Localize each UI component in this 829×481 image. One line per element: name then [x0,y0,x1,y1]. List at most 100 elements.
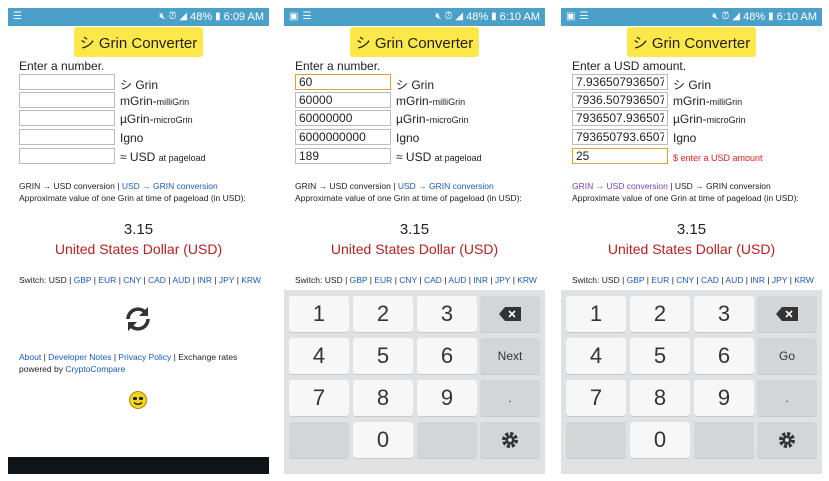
developer-notes-link[interactable]: Developer Notes [48,352,111,362]
app-title-button[interactable]: シ Grin Converter [350,27,479,57]
menu-icon: ☰ [302,11,312,22]
igno-input[interactable] [572,129,668,145]
switch-jpy[interactable]: JPY [772,275,787,285]
backspace-key[interactable] [757,296,817,332]
switch-cny[interactable]: CNY [123,275,141,285]
go-key[interactable]: Go [757,338,817,374]
key-5[interactable]: 5 [353,338,413,374]
igno-input[interactable] [19,129,115,145]
key-1[interactable]: 1 [289,296,349,332]
grin-input[interactable] [572,74,668,90]
currency-switch: Switch: USD | GBP | EUR | CNY | CAD | AU… [295,275,537,285]
key-6[interactable]: 6 [417,338,477,374]
key-3[interactable]: 3 [417,296,477,332]
rate-value: 3.15 [399,221,430,238]
key-0[interactable]: 0 [353,422,413,458]
switch-cad[interactable]: CAD [148,275,166,285]
key-9[interactable]: 9 [417,380,477,416]
menu-icon: ☰ [13,11,22,22]
conversion-links: GRIN → USD conversion | USD → GRIN conve… [19,180,246,204]
switch-cad[interactable]: CAD [424,275,442,285]
switch-aud[interactable]: AUD [172,275,190,285]
grin-usd-link[interactable]: GRIN → USD conversion [19,181,115,191]
backspace-key[interactable] [480,296,540,332]
switch-eur[interactable]: EUR [374,275,392,285]
mgrin-input[interactable] [295,92,391,108]
mgrin-input[interactable] [19,92,115,108]
key-5[interactable]: 5 [630,338,690,374]
privacy-policy-link[interactable]: Privacy Policy [118,352,171,362]
mgrin-input[interactable] [572,92,668,108]
grin-label: シ Grin [673,78,712,92]
conversion-links: GRIN → USD conversion | USD → GRIN conve… [295,180,522,204]
cryptocompare-link[interactable]: CryptoCompare [65,364,125,374]
switch-cad[interactable]: CAD [701,275,719,285]
key-2[interactable]: 2 [630,296,690,332]
usd-input[interactable] [295,148,391,164]
switch-jpy[interactable]: JPY [495,275,510,285]
settings-key[interactable] [480,422,540,458]
usd-grin-link[interactable]: USD → GRIN conversion [398,181,494,191]
next-key[interactable]: Next [480,338,540,374]
ugrin-input[interactable] [295,110,391,126]
ugrin-label: µGrin-microGrin [396,112,469,126]
switch-eur[interactable]: EUR [98,275,116,285]
switch-aud[interactable]: AUD [448,275,466,285]
decimal-key[interactable]: . [480,380,540,416]
switch-inr[interactable]: INR [197,275,212,285]
switch-aud[interactable]: AUD [725,275,743,285]
key-1[interactable]: 1 [566,296,626,332]
grin-input[interactable] [295,74,391,90]
about-link[interactable]: About [19,352,41,362]
mute-icon: 🔇︎ [435,11,442,22]
switch-gbp[interactable]: GBP [627,275,645,285]
switch-gbp[interactable]: GBP [74,275,92,285]
switch-cny[interactable]: CNY [676,275,694,285]
switch-cny[interactable]: CNY [399,275,417,285]
usd-grin-link[interactable]: USD → GRIN conversion [122,181,218,191]
switch-inr[interactable]: INR [473,275,488,285]
battery-icon: ▮ [215,11,221,22]
key-3[interactable]: 3 [694,296,754,332]
usd-grin-link[interactable]: USD → GRIN conversion [675,181,771,191]
numeric-keypad: 1 2 3 4 5 6 Next 7 8 9 . 0 [284,290,545,474]
prompt-text: Enter a number. [19,59,105,73]
grin-usd-link[interactable]: GRIN → USD conversion [295,181,391,191]
switch-inr[interactable]: INR [750,275,765,285]
key-4[interactable]: 4 [289,338,349,374]
key-4[interactable]: 4 [566,338,626,374]
settings-key[interactable] [757,422,817,458]
igno-input[interactable] [295,129,391,145]
grin-usd-link[interactable]: GRIN → USD conversion [572,181,668,191]
key-9[interactable]: 9 [694,380,754,416]
switch-gbp[interactable]: GBP [350,275,368,285]
backspace-icon [776,307,798,321]
switch-krw[interactable]: KRW [517,275,537,285]
grin-input[interactable] [19,74,115,90]
key-8[interactable]: 8 [630,380,690,416]
key-7[interactable]: 7 [289,380,349,416]
switch-eur[interactable]: EUR [651,275,669,285]
switch-krw[interactable]: KRW [241,275,261,285]
key-8[interactable]: 8 [353,380,413,416]
igno-label: Igno [120,131,144,145]
currency-switch: Switch: USD | GBP | EUR | CNY | CAD | AU… [572,275,814,285]
usd-input[interactable] [19,148,115,164]
app-title-button[interactable]: シ Grin Converter [74,27,203,57]
approx-text: Approximate value of one Grin at time of… [295,193,522,203]
ugrin-input[interactable] [572,110,668,126]
decimal-key[interactable]: . [757,380,817,416]
ugrin-input[interactable] [19,110,115,126]
switch-label: Switch: USD | [572,275,627,285]
approx-text: Approximate value of one Grin at time of… [19,193,246,203]
key-7[interactable]: 7 [566,380,626,416]
app-title-button[interactable]: シ Grin Converter [627,27,756,57]
usd-input[interactable] [572,148,668,164]
key-0[interactable]: 0 [630,422,690,458]
switch-jpy[interactable]: JPY [219,275,234,285]
switch-krw[interactable]: KRW [794,275,814,285]
key-6[interactable]: 6 [694,338,754,374]
key-2[interactable]: 2 [353,296,413,332]
refresh-icon[interactable] [122,303,154,335]
clock: 6:10 AM [499,11,540,23]
